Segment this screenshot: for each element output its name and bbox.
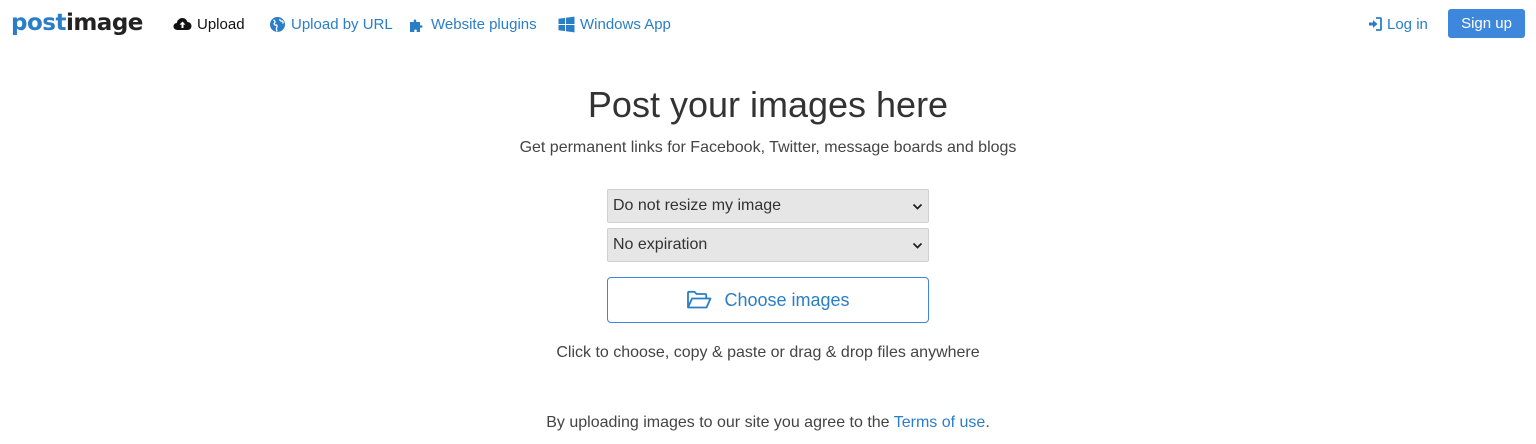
nav-website-plugins-label: Website plugins	[431, 15, 537, 33]
folder-open-icon	[687, 290, 712, 309]
site-logo[interactable]: postimage	[11, 9, 143, 37]
chevron-down-icon	[912, 242, 923, 249]
chevron-down-icon	[912, 203, 923, 210]
choose-images-button[interactable]: Choose images	[607, 277, 929, 323]
logo-text-image: image	[65, 10, 143, 36]
terms-prefix: By uploading images to our site you agre…	[546, 414, 894, 431]
nav-windows-app-label: Windows App	[580, 15, 671, 33]
expiration-select-value: No expiration	[613, 236, 708, 253]
cloud-upload-icon	[173, 18, 192, 30]
globe-icon	[270, 16, 285, 32]
terms-of-use-link[interactable]: Terms of use	[894, 414, 986, 431]
nav-upload-by-url-label: Upload by URL	[291, 15, 393, 33]
page-subtitle: Get permanent links for Facebook, Twitte…	[519, 139, 1017, 156]
terms-notice: By uploading images to our site you agre…	[0, 414, 1536, 432]
expiration-select[interactable]: No expiration	[607, 228, 929, 262]
login-link[interactable]: Log in	[1368, 14, 1428, 34]
windows-icon	[558, 16, 575, 32]
nav-upload-label: Upload	[197, 15, 245, 33]
upload-hint: Click to choose, copy & paste or drag & …	[556, 344, 980, 361]
terms-suffix: .	[985, 414, 990, 431]
puzzle-icon	[410, 19, 423, 32]
sign-in-icon	[1369, 17, 1382, 31]
top-navbar: postimage Upload Upload by URL Website p…	[0, 0, 1536, 48]
nav-website-plugins[interactable]: Website plugins	[409, 14, 537, 34]
resize-select[interactable]: Do not resize my image	[607, 189, 929, 223]
page-title: Post your images here	[587, 84, 949, 125]
signup-button[interactable]: Sign up	[1448, 9, 1525, 38]
choose-images-label: Choose images	[724, 289, 850, 310]
logo-text-post: post	[11, 10, 66, 36]
nav-windows-app[interactable]: Windows App	[558, 14, 671, 34]
nav-upload-by-url[interactable]: Upload by URL	[269, 14, 393, 34]
signup-label: Sign up	[1461, 15, 1512, 32]
nav-upload[interactable]: Upload	[173, 14, 245, 34]
resize-select-value: Do not resize my image	[613, 197, 782, 214]
login-label: Log in	[1387, 15, 1428, 33]
